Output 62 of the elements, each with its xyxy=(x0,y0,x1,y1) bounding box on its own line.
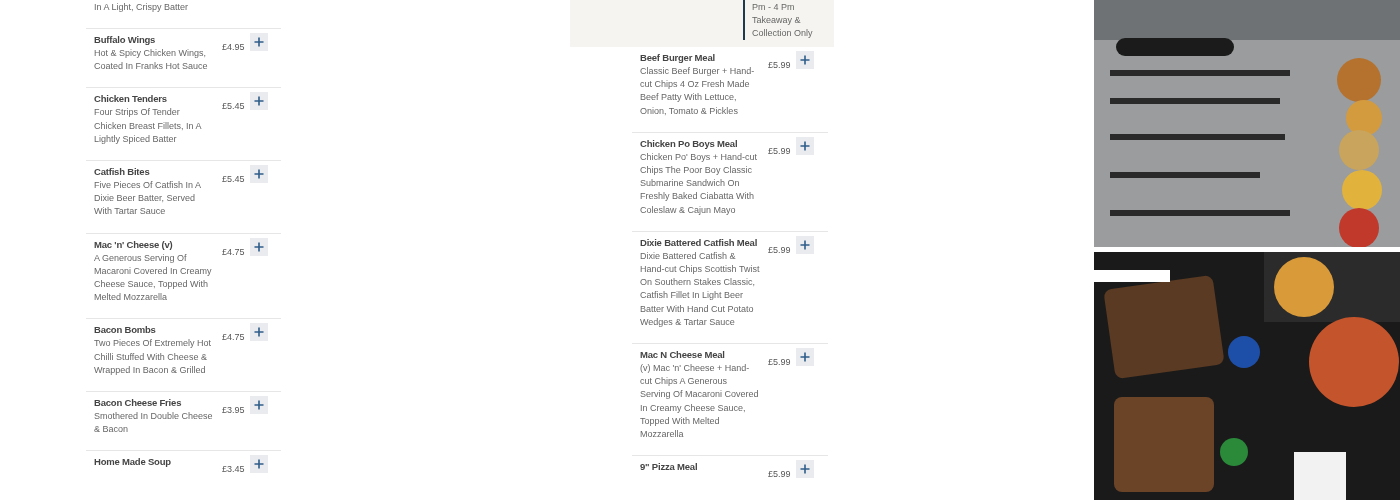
plus-icon xyxy=(800,55,810,65)
item-price: £4.95 xyxy=(222,42,245,52)
plus-icon xyxy=(254,37,264,47)
item-price: £5.99 xyxy=(768,60,791,70)
add-button[interactable] xyxy=(796,51,814,69)
plus-icon xyxy=(254,459,264,470)
item-description: Classic Beef Burger + Hand-cut Chips 4 Oz Fresh Made Beef Patty With Lettuce, Onion, Tomato & Pickles xyxy=(640,65,756,118)
plus-icon xyxy=(800,352,810,363)
add-button[interactable] xyxy=(796,235,814,254)
plus-icon xyxy=(800,464,810,475)
plus-icon xyxy=(254,400,264,411)
plus-icon xyxy=(254,169,264,179)
item-name: Dixie Battered Catfish Meal xyxy=(640,235,759,249)
item-price: £5.99 xyxy=(768,145,791,156)
add-button[interactable] xyxy=(796,348,814,367)
item-price: £3.95 xyxy=(222,405,245,416)
item-name: Chicken Tenders xyxy=(94,92,168,106)
item-name: Chicken Po Boys Meal xyxy=(640,136,739,150)
plus-icon xyxy=(254,327,264,338)
item-description: Chicken Po' Boys + Hand-cut Chips The Poor Boy Classic Submarine Sandwich On Freshly Baked Ciabatta With Coleslaw & Cajun Mayo xyxy=(640,150,759,217)
item-description: A Generous Serving Of Macaroni Covered In Creamy Cheese Sauce, Topped With Melted Mozzarella xyxy=(94,251,213,305)
item-price: £5.99 xyxy=(768,469,791,480)
add-button[interactable] xyxy=(250,323,268,342)
banner-text: Pm - 4 Pm xyxy=(752,1,796,14)
banner-text: Takeaway & xyxy=(752,14,802,27)
plus-icon xyxy=(800,239,810,250)
item-name: Bacon Cheese Fries xyxy=(94,396,183,410)
item-name: 9" Pizza Meal xyxy=(640,460,699,474)
plus-icon xyxy=(254,96,264,107)
add-button[interactable] xyxy=(250,33,268,51)
add-button[interactable] xyxy=(250,165,268,183)
item-description: Hot & Spicy Chicken Wings, Coated In Franks Hot Sauce xyxy=(94,47,209,74)
add-button[interactable] xyxy=(796,136,814,155)
item-name: Beef Burger Meal xyxy=(640,51,716,64)
item-description: Four Strips Of Tender Chicken Breast Fillets, In A Lightly Spiced Batter xyxy=(94,106,203,146)
item-description: Dixie Battered Catfish & Hand-cut Chips Scottish Twist On Southern Stakes Classic, Catfish Fillet In Light Beer Batter With Hand Cut Potato Wedges & Tartar Sauce xyxy=(640,249,760,329)
item-description: Two Pieces Of Extremely Hot Chilli Stuffed With Cheese & Wrapped In Bacon & Grilled xyxy=(94,337,213,377)
item-name: Home Made Soup xyxy=(94,455,172,469)
item-name: Mac N Cheese Meal xyxy=(640,348,726,362)
add-button[interactable] xyxy=(250,92,268,111)
item-price: £4.75 xyxy=(222,332,245,343)
plus-icon xyxy=(254,241,264,252)
plus-icon xyxy=(800,140,810,151)
add-button[interactable] xyxy=(250,237,268,256)
add-button[interactable] xyxy=(250,455,268,474)
item-price: £5.99 xyxy=(768,244,791,255)
add-button[interactable] xyxy=(796,460,814,479)
item-price: £5.45 xyxy=(222,174,245,184)
item-description: Smothered In Double Cheese & Bacon xyxy=(94,410,214,437)
item-price: £4.75 xyxy=(222,246,245,257)
item-description: In A Light, Crispy Batter xyxy=(94,1,190,14)
item-description: Five Pieces Of Catfish In A Dixie Beer Batter, Served With Tartar Sauce xyxy=(94,179,202,219)
add-button[interactable] xyxy=(250,396,268,415)
item-name: Mac 'n' Cheese (v) xyxy=(94,237,174,251)
item-price: £5.45 xyxy=(222,101,245,112)
item-description: (v) Mac 'n' Cheese + Hand-cut Chips A Generous Serving Of Macaroni Covered In Creamy Cheese Sauce, Topped With Melted Mozzarella xyxy=(640,362,760,442)
item-price: £3.45 xyxy=(222,464,245,475)
item-name: Bacon Bombs xyxy=(94,323,157,337)
banner-text: Collection Only xyxy=(752,27,813,40)
item-name: Buffalo Wings xyxy=(94,33,157,46)
item-price: £5.99 xyxy=(768,357,791,368)
item-name: Catfish Bites xyxy=(94,165,151,178)
